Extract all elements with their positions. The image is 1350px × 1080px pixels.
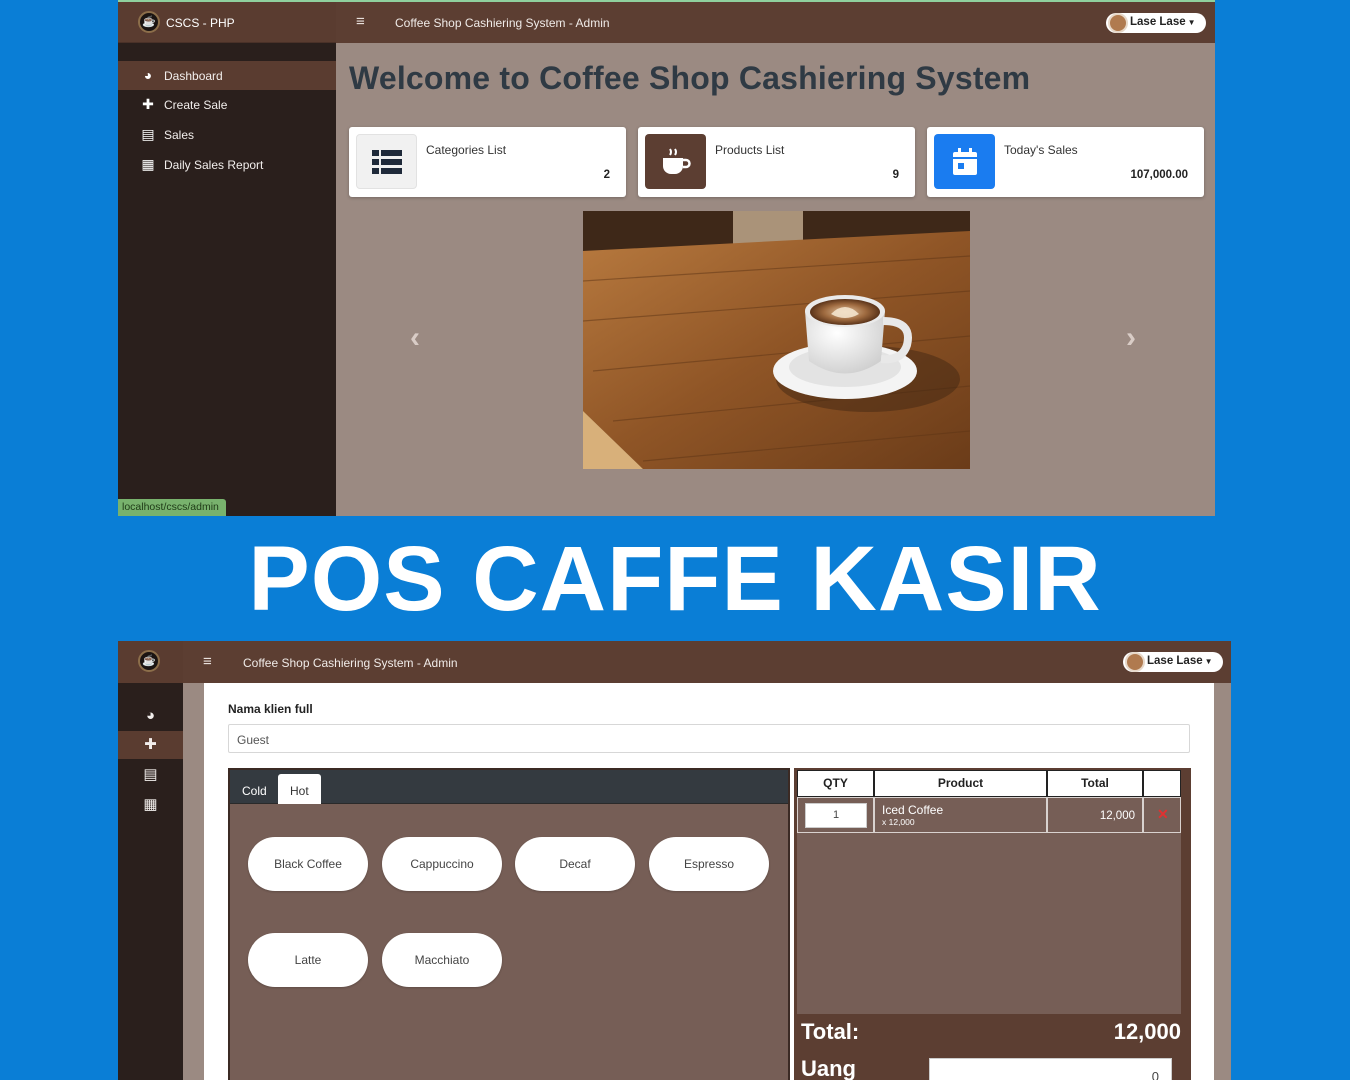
list-icon (356, 134, 417, 189)
carousel-prev-icon[interactable]: ‹ (410, 321, 420, 355)
brand-text: CSCS - PHP (166, 16, 235, 30)
sidebar-item-sales[interactable]: ▤ Sales (118, 120, 336, 149)
sidebar-brand[interactable]: ☕ (118, 641, 183, 683)
sidebar-item-daily-sales-report[interactable]: ▦ Daily Sales Report (118, 150, 336, 179)
order-summary: QTY Product Total 1 Iced Coffee x 12,000… (794, 768, 1191, 1080)
order-line-total: 12,000 (1099, 810, 1135, 822)
pos-screenshot: ☕ ◕ ✚ ▤ ▦ ≡ Coffee Shop Cashiering Syste… (118, 641, 1231, 1080)
product-button-cappuccino[interactable]: Cappuccino (382, 837, 502, 891)
coffee-icon (645, 134, 706, 189)
sidebar-brand[interactable]: ☕ CSCS - PHP (118, 2, 336, 43)
header-title: Coffee Shop Cashiering System - Admin (395, 16, 610, 30)
user-name: Lase Lase (1130, 16, 1186, 28)
order-product-name: Iced Coffee (882, 803, 944, 817)
sidebar: ☕ CSCS - PHP ◕ Dashboard ✚ Create Sale ▤… (118, 2, 336, 516)
banner-title: POS CAFFE KASIR (248, 528, 1102, 630)
coffee-photo (583, 211, 970, 469)
caret-down-icon: ▼ (1204, 657, 1213, 666)
file-icon[interactable]: ▤ (118, 761, 183, 789)
card-products[interactable]: Products List 9 (638, 127, 915, 197)
avatar (1108, 13, 1128, 33)
client-name-input[interactable]: Guest (228, 724, 1190, 753)
status-url: localhost/cscs/admin (118, 499, 226, 516)
product-menu: Cold Hot Black Coffee Cappuccino Decaf E… (228, 768, 790, 1080)
header-qty: QTY (797, 770, 874, 797)
coffee-logo-icon: ☕ (138, 11, 160, 33)
uang-label: Uang (801, 1056, 856, 1080)
calendar-icon (934, 134, 995, 189)
card-value: 107,000.00 (1130, 169, 1188, 181)
sidebar-collapsed: ☕ ◕ ✚ ▤ ▦ (118, 641, 183, 1080)
user-menu[interactable]: Lase Lase ▼ (1123, 652, 1223, 672)
card-label: Categories List (426, 143, 507, 157)
order-remove-cell: ✕ (1143, 797, 1181, 833)
category-tabs: Cold Hot (230, 770, 788, 804)
order-product-price: x 12,000 (882, 817, 915, 827)
user-name: Lase Lase (1147, 655, 1203, 667)
sale-panel: Nama klien full Guest Cold Hot Black Cof… (204, 683, 1214, 1080)
tachometer-icon[interactable]: ◕ (118, 702, 183, 730)
hamburger-icon[interactable]: ≡ (203, 653, 212, 670)
remove-item-icon[interactable]: ✕ (1157, 806, 1169, 823)
sidebar-item-label: Daily Sales Report (164, 158, 264, 172)
product-button-espresso[interactable]: Espresso (649, 837, 769, 891)
hamburger-icon[interactable]: ≡ (356, 13, 365, 30)
card-value: 2 (603, 169, 610, 181)
sidebar-item-label: Sales (164, 128, 195, 142)
plus-icon[interactable]: ✚ (118, 731, 183, 759)
tab-cold[interactable]: Cold (230, 774, 279, 804)
pos-header: ≡ Coffee Shop Cashiering System - Admin … (183, 641, 1231, 683)
card-label: Products List (715, 143, 785, 157)
sidebar-item-dashboard[interactable]: ◕ Dashboard (118, 61, 336, 90)
calendar-icon: ▦ (141, 156, 155, 172)
product-button-latte[interactable]: Latte (248, 933, 368, 987)
file-icon: ▤ (141, 126, 155, 142)
product-button-decaf[interactable]: Decaf (515, 837, 635, 891)
header-action (1143, 770, 1181, 797)
order-product-cell: Iced Coffee x 12,000 (874, 797, 1047, 833)
coffee-logo-icon: ☕ (138, 650, 160, 672)
sidebar-item-label: Create Sale (164, 98, 228, 112)
uang-input[interactable]: 0 (929, 1058, 1172, 1080)
tab-hot[interactable]: Hot (278, 774, 321, 804)
total-value: 12,000 (1113, 1019, 1181, 1044)
page-title: Welcome to Coffee Shop Cashiering System (349, 60, 1031, 96)
carousel-next-icon[interactable]: › (1126, 321, 1136, 355)
user-menu[interactable]: Lase Lase ▼ (1106, 13, 1206, 33)
tachometer-icon: ◕ (143, 67, 153, 83)
order-total-cell: 12,000 (1047, 797, 1143, 833)
sidebar-item-label: Dashboard (164, 69, 223, 83)
card-value: 9 (892, 169, 899, 181)
avatar (1125, 652, 1145, 672)
top-header: ≡ Coffee Shop Cashiering System - Admin … (336, 2, 1215, 43)
card-categories[interactable]: Categories List 2 (349, 127, 626, 197)
product-button-black-coffee[interactable]: Black Coffee (248, 837, 368, 891)
caret-down-icon: ▼ (1187, 18, 1196, 27)
qty-input[interactable]: 1 (805, 803, 867, 828)
header-total: Total (1047, 770, 1143, 797)
total-label: Total: (801, 1019, 860, 1044)
product-button-macchiato[interactable]: Macchiato (382, 933, 502, 987)
plus-icon: ✚ (142, 96, 154, 112)
header-product: Product (874, 770, 1047, 797)
card-label: Today's Sales (1004, 143, 1078, 157)
order-table: QTY Product Total 1 Iced Coffee x 12,000… (797, 770, 1181, 1014)
client-name-label: Nama klien full (228, 702, 313, 716)
calendar-icon[interactable]: ▦ (118, 791, 183, 819)
order-qty-cell: 1 (797, 797, 874, 833)
dashboard-screenshot: ☕ CSCS - PHP ◕ Dashboard ✚ Create Sale ▤… (118, 0, 1215, 516)
sidebar-item-create-sale[interactable]: ✚ Create Sale (118, 90, 336, 119)
header-title: Coffee Shop Cashiering System - Admin (243, 656, 458, 670)
card-todays-sales[interactable]: Today's Sales 107,000.00 (927, 127, 1204, 197)
